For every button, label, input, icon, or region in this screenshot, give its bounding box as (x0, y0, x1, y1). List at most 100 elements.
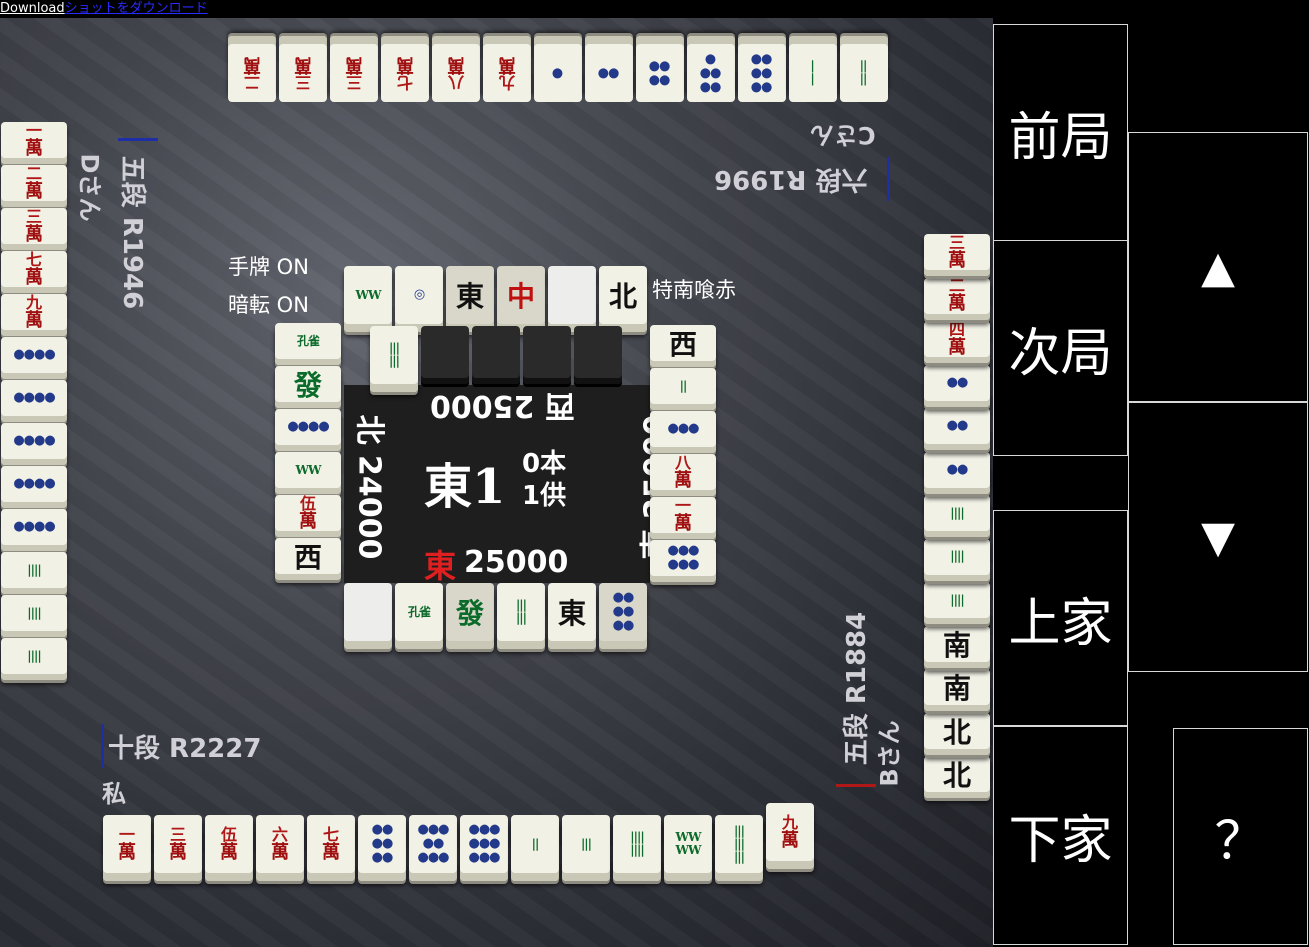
tile-suit: 萬 (948, 293, 966, 314)
tile-number: 一 (25, 122, 42, 140)
download-link[interactable]: Download (0, 1, 65, 16)
center-panel: 西 25000 北 24000 南 25000 東1 0本 1供 東 25000 (344, 385, 673, 585)
tile-number: 八 (674, 454, 691, 472)
prev-round-button[interactable]: 前局 (993, 24, 1128, 241)
sou-sticks: ||| (388, 354, 400, 368)
pin-dots: ●● (649, 59, 671, 74)
mahjong-tile[interactable]: |||| |||| (613, 815, 661, 881)
tile-suit: 萬 (948, 336, 966, 358)
pin-dots: ●●● (667, 557, 699, 572)
mahjong-tile: 八萬 (650, 454, 716, 496)
mahjong-tile: 九萬 (1, 294, 67, 336)
step-down-button[interactable]: ▼ (1128, 402, 1308, 672)
mahjong-tile: ◎ (395, 266, 443, 332)
mahjong-tile[interactable]: ||| (562, 815, 610, 881)
pin-dots: ●●● (417, 850, 449, 865)
pin-dots: ●● (598, 66, 620, 81)
mahjong-tile: 孔雀 (275, 323, 341, 365)
toimen-rank: 六段 R1996 (714, 164, 868, 194)
round-indicator: 東1 (424, 459, 506, 515)
tile-honor: 西 (668, 328, 697, 361)
tile-number: 七 (25, 251, 42, 269)
mahjong-tile[interactable]: WW WW (664, 815, 712, 881)
mahjong-tile[interactable]: ●●● ●● ●●● (409, 815, 457, 881)
mahjong-tile: ●●●●●● (650, 540, 716, 582)
mahjong-tile: 二萬 (1, 165, 67, 207)
help-button[interactable]: ？ (1173, 728, 1308, 945)
mahjong-tile: 孔雀 (395, 583, 443, 649)
pin-dots: ●● (946, 461, 969, 477)
tile-number: 九 (781, 812, 798, 832)
tile-number: 三 (948, 234, 965, 252)
mahjong-tile: || (650, 368, 716, 410)
step-up-button[interactable]: ▲ (1128, 132, 1308, 402)
mahjong-tile: 一萬 (650, 497, 716, 539)
face-down-tile (472, 326, 520, 384)
tile-number: 三 (295, 73, 312, 93)
mahjong-tile: ●●●● (1, 509, 67, 551)
toimen-name: Cさん (810, 121, 876, 149)
mahjong-tile[interactable]: ●●● ●●● ●●● (460, 815, 508, 881)
sou-sticks: |||| (950, 505, 965, 520)
mahjong-tile[interactable]: 三萬 (154, 815, 202, 881)
mahjong-tile[interactable]: 七萬 (307, 815, 355, 881)
mahjong-tile: 二萬 (924, 277, 990, 320)
mahjong-tile[interactable]: 一萬 (103, 815, 151, 881)
mahjong-tile: WW (344, 266, 392, 332)
mahjong-tile: 三萬 (924, 234, 990, 276)
sou-sticks: 孔雀 (296, 333, 320, 348)
pin-dots: ●● (700, 66, 722, 81)
tile-number: 三 (25, 208, 42, 226)
tile-honor: 北 (942, 759, 971, 792)
download-screenshot-link[interactable]: ショットをダウンロード (65, 1, 208, 16)
rule-label: 特南喰赤 (652, 278, 736, 302)
shimocha-rank: 五段 R1884 (842, 611, 873, 766)
mahjong-tile: |||| (1, 638, 67, 680)
sou-sticks: |||| (950, 549, 965, 563)
tile-suit: 萬 (674, 512, 692, 534)
tile-number: 一 (118, 824, 135, 844)
tile-honor: 西 (293, 541, 322, 574)
mahjong-tile: 發 (275, 366, 341, 408)
mahjong-tile: 西 (275, 538, 341, 580)
tile-honor: 東 (455, 280, 484, 313)
mahjong-tile: ●●●● (1, 337, 67, 379)
tile-suit: 萬 (948, 249, 966, 271)
pin-dots: ●● (612, 604, 635, 619)
mahjong-tile[interactable]: 九萬 (766, 803, 814, 869)
pin-dots: ●● (612, 590, 635, 605)
mahjong-tile[interactable]: 六萬 (256, 815, 304, 881)
next-round-button[interactable]: 次局 (993, 240, 1128, 456)
pin-dots: ●● (751, 80, 773, 95)
face-down-tile (574, 326, 622, 384)
sou-sticks: |||| (27, 605, 42, 620)
tile-honor: 南 (942, 628, 971, 662)
my-rank-bar (101, 724, 104, 768)
tile-number: 三 (346, 73, 363, 93)
tile-suit: 萬 (322, 841, 340, 863)
kamicha-view-button[interactable]: 上家 (993, 510, 1128, 726)
tile-number: 二 (244, 73, 261, 93)
tile-suit: 萬 (447, 54, 465, 76)
mahjong-tile: |||| (924, 582, 990, 624)
mahjong-tile[interactable]: 伍萬 (205, 815, 253, 881)
east-score: 25000 (464, 545, 569, 580)
mahjong-tile: |||| (840, 36, 888, 102)
tile-suit: 萬 (271, 841, 289, 863)
mahjong-tile[interactable]: ||| ||| ||| (715, 815, 763, 881)
my-name: 私 (102, 780, 126, 808)
mahjong-tile[interactable]: || (511, 815, 559, 881)
sou-sticks: ||| (733, 823, 745, 838)
tile-suit: 萬 (498, 54, 516, 76)
tile-suit: 萬 (25, 266, 43, 288)
mahjong-tile: 三萬 (279, 36, 327, 102)
east-seat-label: 東 (424, 547, 457, 585)
tile-suit: 萬 (220, 841, 238, 863)
pin-dots: ●●●● (13, 476, 55, 491)
sou-sticks: | (811, 60, 815, 74)
mahjong-tile[interactable]: ●● ●● ●● (358, 815, 406, 881)
shimocha-view-button[interactable]: 下家 (993, 726, 1128, 945)
mahjong-tile: |||| (1, 552, 67, 594)
pin-dots: ● (552, 66, 564, 81)
mahjong-tile: 四萬 (924, 321, 990, 363)
